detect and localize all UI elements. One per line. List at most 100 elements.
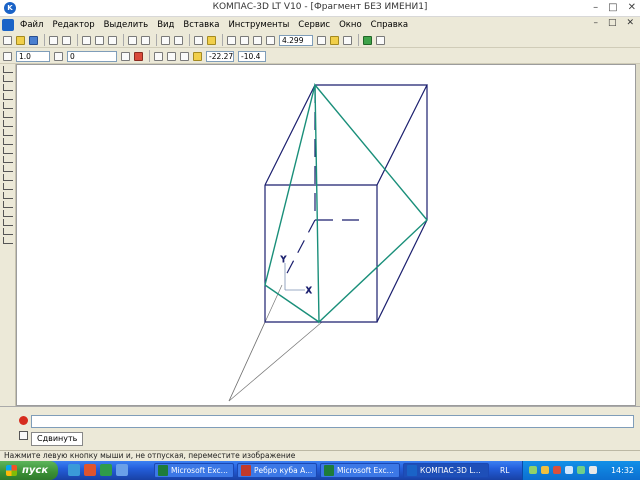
quicklaunch-desktop-icon[interactable] <box>68 464 80 476</box>
menu-insert[interactable]: Вставка <box>183 20 219 30</box>
menu-help[interactable]: Справка <box>371 20 408 30</box>
copy-icon[interactable] <box>95 35 104 45</box>
fillet-tool-icon[interactable] <box>3 210 13 217</box>
format-brush-icon[interactable] <box>128 35 137 45</box>
library-icon[interactable] <box>363 35 372 45</box>
ellipse-tool-icon[interactable] <box>3 174 13 181</box>
doc-minimize-icon[interactable]: – <box>593 18 598 28</box>
opera-page-icon <box>241 465 251 476</box>
refresh-icon[interactable] <box>343 35 352 45</box>
hatch-tool-icon[interactable] <box>3 228 13 235</box>
save-icon[interactable] <box>29 35 38 45</box>
command-tab-pan[interactable]: Сдвинуть <box>31 432 84 446</box>
document-controls: – □ ✕ <box>593 18 634 28</box>
menu-window[interactable]: Окно <box>339 20 362 30</box>
minimize-icon[interactable]: – <box>593 2 598 13</box>
dimension-tool-icon[interactable] <box>3 75 13 82</box>
preview-icon[interactable] <box>62 35 71 45</box>
help-cursor-icon[interactable] <box>207 35 216 45</box>
auxiliary-line-icon[interactable] <box>3 147 13 154</box>
stop-command-icon[interactable] <box>19 416 28 425</box>
grid-icon[interactable] <box>154 51 163 61</box>
task-kompas[interactable]: КОМПАС-3D L... <box>403 463 489 478</box>
tray-safely-remove-icon[interactable] <box>589 466 597 474</box>
quicklaunch-chrome-icon[interactable] <box>100 464 112 476</box>
coord-x-field[interactable]: -22.27 <box>206 50 234 62</box>
zoom-previous-icon[interactable] <box>266 35 275 45</box>
zoom-out-icon[interactable] <box>253 35 262 45</box>
selection-tool-icon[interactable] <box>3 120 13 127</box>
command-properties-field[interactable] <box>31 415 634 428</box>
close-icon[interactable]: ✕ <box>628 2 636 13</box>
function-icon[interactable] <box>194 35 203 45</box>
redo-icon[interactable] <box>174 35 183 45</box>
zoom-window-icon[interactable] <box>227 35 236 45</box>
quicklaunch-explorer-icon[interactable] <box>116 464 128 476</box>
point-tool-icon[interactable] <box>3 129 13 136</box>
vertical-scrollbar[interactable] <box>636 64 640 406</box>
style-brush-icon[interactable] <box>121 51 130 61</box>
doc-restore-icon[interactable]: □ <box>608 18 617 28</box>
zoom-in-icon[interactable] <box>240 35 249 45</box>
print-icon[interactable] <box>49 35 58 45</box>
help-hint-icon[interactable] <box>19 431 28 440</box>
polyline-tool-icon[interactable] <box>3 192 13 199</box>
layer-field[interactable]: 0 <box>67 50 117 62</box>
geometry-tool-icon[interactable] <box>3 66 13 73</box>
circle-tool-icon[interactable] <box>3 156 13 163</box>
arc-tool-icon[interactable] <box>3 165 13 172</box>
open-folder-icon[interactable] <box>16 35 25 45</box>
eraser-icon[interactable] <box>134 51 143 61</box>
coord-y-field[interactable]: -10.4 <box>238 50 266 62</box>
snap-icon[interactable] <box>193 51 202 61</box>
local-cs-icon[interactable] <box>167 51 176 61</box>
document-icon[interactable] <box>2 18 14 31</box>
task-excel-2[interactable]: Microsoft Exc... <box>320 463 400 478</box>
tray-network-icon[interactable] <box>529 466 537 474</box>
toolbar-separator <box>222 34 223 46</box>
line-width-field[interactable]: 1.0 <box>16 50 50 62</box>
tray-update-icon[interactable] <box>553 466 561 474</box>
clock[interactable]: 14:32 <box>611 466 634 475</box>
tray-messenger-icon[interactable] <box>577 466 585 474</box>
chamfer-tool-icon[interactable] <box>3 201 13 208</box>
start-button[interactable]: пуск <box>0 461 58 480</box>
menu-view[interactable]: Вид <box>157 20 174 30</box>
parametrization-tool-icon[interactable] <box>3 102 13 109</box>
pan-icon[interactable] <box>330 35 339 45</box>
macro-tool-icon[interactable] <box>3 237 13 244</box>
doc-close-icon[interactable]: ✕ <box>626 18 634 28</box>
status-bar: Нажмите левую кнопку мыши и, не отпуская… <box>0 450 640 461</box>
tray-volume-icon[interactable] <box>565 466 573 474</box>
notation-tool-icon[interactable] <box>3 84 13 91</box>
menu-editor[interactable]: Редактор <box>52 20 94 30</box>
undo-icon[interactable] <box>161 35 170 45</box>
menu-service[interactable]: Сервис <box>298 20 330 30</box>
zoom-dropdown-icon[interactable] <box>317 35 326 45</box>
task-label: Ребро куба А... <box>254 466 313 475</box>
rectangle-tool-icon[interactable] <box>3 219 13 226</box>
task-cube-edge[interactable]: Ребро куба А... <box>237 463 317 478</box>
paste-icon[interactable] <box>108 35 117 45</box>
properties-icon[interactable] <box>141 35 150 45</box>
menu-file[interactable]: Файл <box>20 20 43 30</box>
menu-select[interactable]: Выделить <box>104 20 149 30</box>
scale-icon[interactable] <box>3 51 12 61</box>
manager-icon[interactable] <box>376 35 385 45</box>
task-excel-1[interactable]: Microsoft Exc... <box>154 463 234 478</box>
drawing-canvas[interactable]: Y X <box>16 64 636 406</box>
maximize-icon[interactable]: □ <box>608 2 617 13</box>
spline-tool-icon[interactable] <box>3 183 13 190</box>
menu-tools[interactable]: Инструменты <box>228 20 289 30</box>
layer-icon[interactable] <box>54 51 63 61</box>
ortho-icon[interactable] <box>180 51 189 61</box>
zoom-field[interactable]: 4.299 <box>279 34 313 46</box>
cut-icon[interactable] <box>82 35 91 45</box>
quicklaunch-opera-icon[interactable] <box>84 464 96 476</box>
segment-tool-icon[interactable] <box>3 138 13 145</box>
measure-tool-icon[interactable] <box>3 111 13 118</box>
language-indicator[interactable]: RL <box>500 466 509 475</box>
new-document-icon[interactable] <box>3 35 12 45</box>
editing-tool-icon[interactable] <box>3 93 13 100</box>
tray-antivirus-icon[interactable] <box>541 466 549 474</box>
